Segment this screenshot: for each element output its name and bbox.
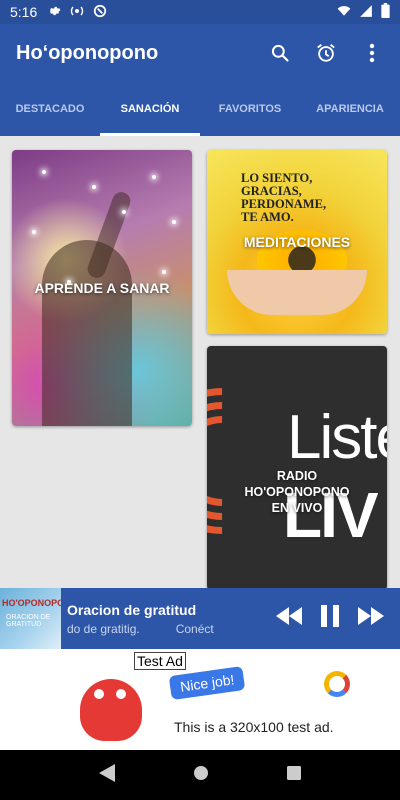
card-label-radio: RADIO HO'OPONOPONO EN VIVO — [244, 469, 350, 515]
tab-apariencia[interactable]: APARIENCIA — [300, 82, 400, 136]
ad-logo-icon — [324, 671, 350, 697]
sparkle — [162, 270, 166, 274]
sparkle — [92, 185, 96, 189]
system-nav-bar — [0, 750, 400, 800]
monster-eye — [116, 689, 126, 699]
player-song-title: Oracion de gratitud — [67, 601, 197, 618]
broadcast-icon — [69, 4, 85, 21]
gear-icon — [47, 4, 61, 21]
ad-bubble: Nice job! — [168, 665, 246, 701]
ad-text: This is a 320x100 test ad. — [174, 719, 334, 735]
status-right-icons — [337, 3, 390, 21]
card-label-heal: APRENDE A SANAR — [34, 280, 170, 296]
card-meditaciones[interactable]: LO SIENTO, GRACIAS, PERDONAME, TE AMO. M… — [207, 150, 387, 334]
rewind-icon[interactable] — [276, 607, 302, 630]
card-label-meditations: MEDITACIONES — [243, 234, 351, 250]
card-radio[interactable]: Liste LIV RADIO HO'OPONOPONO EN VIVO — [207, 346, 387, 590]
back-icon[interactable] — [99, 763, 115, 787]
tab-sanacion[interactable]: SANACIÓN — [100, 82, 200, 136]
app-bar: Ho‘oponopono — [0, 24, 400, 82]
monster-eye — [94, 689, 104, 699]
home-icon[interactable] — [193, 765, 209, 786]
sparkle — [42, 170, 46, 174]
sparkle — [152, 175, 156, 179]
player-controls — [276, 605, 400, 632]
more-vert-icon[interactable] — [360, 41, 384, 65]
player-status: Conéct — [175, 621, 214, 636]
tab-bar: DESTACADO SANACIÓN FAVORITOS APARIENCIA — [0, 82, 400, 136]
thumb-subtitle: ORACION DE GRATITUD — [6, 614, 51, 628]
signal-icon — [359, 4, 373, 21]
player-info: Oracion de gratitud do de gratitig. Coné… — [67, 602, 272, 636]
sparkle — [32, 230, 36, 234]
search-icon[interactable] — [268, 41, 292, 65]
tab-destacado[interactable]: DESTACADO — [0, 82, 100, 136]
status-bar: 5:16 — [0, 0, 400, 24]
card-aprende-a-sanar[interactable]: APRENDE A SANAR — [12, 150, 192, 426]
recents-icon[interactable] — [287, 765, 301, 785]
thumb-title: HO'OPONOPONO — [2, 598, 61, 608]
hands — [227, 270, 367, 315]
wifi-icon — [337, 4, 351, 21]
ad-label: Test Ad — [134, 652, 186, 670]
tab-favoritos[interactable]: FAVORITOS — [200, 82, 300, 136]
meditation-image-text: LO SIENTO, GRACIAS, PERDONAME, TE AMO. — [241, 172, 326, 224]
radio-image-text-listen: Liste — [287, 403, 387, 472]
sparkle — [172, 220, 176, 224]
player-thumbnail: HO'OPONOPONO ORACION DE GRATITUD — [0, 588, 61, 649]
ad-banner[interactable]: Nice job! This is a 320x100 test ad. Tes… — [0, 649, 400, 750]
alarm-icon[interactable] — [314, 41, 338, 65]
circle-hotspot-icon — [93, 4, 107, 21]
image-text-line: TE AMO. — [241, 210, 294, 224]
monster-illustration — [80, 679, 142, 741]
status-time: 5:16 — [10, 4, 38, 20]
mini-player[interactable]: HO'OPONOPONO ORACION DE GRATITUD Oracion… — [0, 588, 400, 649]
app-title: Ho‘oponopono — [16, 41, 159, 64]
fast-forward-icon[interactable] — [358, 607, 384, 630]
player-subtitle: do de gratitig. — [67, 621, 140, 636]
app-actions — [268, 41, 384, 65]
status-left-icons — [47, 4, 107, 21]
sparkle — [122, 210, 126, 214]
ad-content[interactable]: Nice job! This is a 320x100 test ad. — [38, 649, 362, 750]
battery-icon — [381, 3, 390, 21]
pause-icon[interactable] — [320, 605, 340, 632]
player-subtitle-row: do de gratitig. Conéct — [67, 622, 272, 636]
